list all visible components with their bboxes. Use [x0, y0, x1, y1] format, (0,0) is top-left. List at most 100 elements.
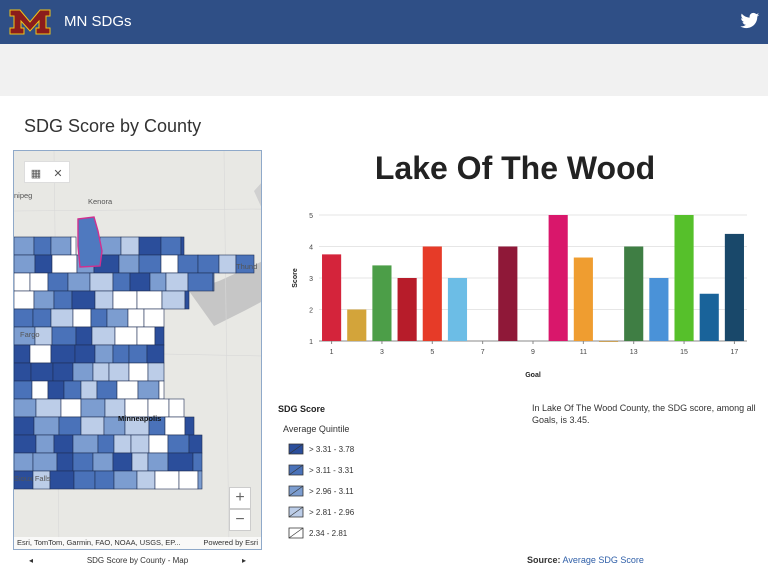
county[interactable] [136, 470, 156, 490]
county[interactable] [197, 470, 203, 490]
county[interactable] [47, 272, 69, 292]
county[interactable] [52, 362, 74, 382]
county[interactable] [120, 236, 140, 256]
county[interactable] [91, 326, 116, 346]
county[interactable] [47, 380, 65, 400]
county[interactable] [67, 272, 91, 292]
county[interactable] [14, 344, 31, 364]
county[interactable] [167, 434, 190, 454]
app-title[interactable]: MN SDGs [64, 13, 132, 30]
county[interactable] [80, 380, 98, 400]
bar-goal-1[interactable] [322, 254, 342, 341]
county[interactable] [60, 398, 82, 418]
county[interactable] [35, 398, 62, 418]
county[interactable] [137, 380, 160, 400]
county[interactable] [112, 272, 131, 292]
county[interactable] [14, 380, 33, 400]
county[interactable] [154, 470, 180, 490]
zoom-in-button[interactable]: + [229, 487, 251, 509]
close-icon[interactable]: ✕ [47, 162, 69, 184]
county-map[interactable]: nipeg Kenora Thund Fargo Minneapolis Sio… [13, 150, 262, 550]
county[interactable] [128, 344, 148, 364]
county[interactable] [32, 452, 58, 472]
county[interactable] [14, 236, 35, 256]
county[interactable] [108, 362, 130, 382]
bar-goal-15[interactable] [674, 215, 694, 341]
county[interactable] [70, 236, 77, 256]
county[interactable] [165, 272, 189, 292]
county[interactable] [167, 452, 194, 472]
county[interactable] [14, 452, 34, 472]
county[interactable] [51, 326, 77, 346]
county[interactable] [14, 254, 36, 274]
county[interactable] [58, 416, 82, 436]
county[interactable] [50, 308, 74, 328]
select-region-icon[interactable]: ▦ [25, 162, 47, 184]
county[interactable] [180, 236, 185, 256]
county[interactable] [188, 434, 203, 454]
county[interactable] [187, 272, 214, 292]
county[interactable] [14, 416, 35, 436]
county[interactable] [33, 416, 60, 436]
map-canvas[interactable] [14, 151, 262, 550]
bar-goal-10[interactable] [548, 215, 568, 341]
county[interactable] [33, 236, 52, 256]
county[interactable] [177, 254, 199, 274]
county[interactable] [72, 308, 92, 328]
county[interactable] [14, 434, 37, 454]
county[interactable] [49, 470, 75, 490]
county[interactable] [148, 434, 169, 454]
county[interactable] [29, 344, 52, 364]
bar-goal-5[interactable] [422, 246, 442, 342]
county[interactable] [178, 470, 199, 490]
twitter-icon[interactable] [740, 12, 760, 30]
county[interactable] [113, 434, 132, 454]
next-arrow-icon[interactable]: ▸ [242, 556, 246, 565]
county[interactable] [154, 326, 165, 346]
county[interactable] [50, 236, 72, 256]
county[interactable] [192, 452, 203, 472]
bar-goal-14[interactable] [649, 278, 669, 341]
county[interactable] [71, 290, 96, 310]
county[interactable] [63, 380, 82, 400]
bar-goal-11[interactable] [573, 257, 593, 341]
county[interactable] [94, 344, 114, 364]
county[interactable] [72, 452, 94, 472]
county[interactable] [80, 416, 105, 436]
bar-goal-2[interactable] [347, 309, 367, 342]
county[interactable] [146, 344, 165, 364]
bar-goal-13[interactable] [624, 246, 644, 342]
bar-goal-8[interactable] [498, 246, 518, 342]
bar-goal-12[interactable] [598, 341, 619, 342]
county[interactable] [130, 434, 150, 454]
county[interactable] [56, 452, 74, 472]
county[interactable] [112, 452, 133, 472]
source-link[interactable]: Average SDG Score [563, 555, 644, 565]
county[interactable] [33, 290, 55, 310]
county[interactable] [112, 290, 138, 310]
county[interactable] [30, 362, 54, 382]
bar-goal-6[interactable] [447, 278, 468, 341]
county[interactable] [53, 434, 74, 454]
prev-arrow-icon[interactable]: ◂ [29, 556, 33, 565]
county[interactable] [129, 272, 151, 292]
bar-goal-16[interactable] [699, 293, 719, 341]
county[interactable] [80, 398, 106, 418]
county[interactable] [160, 236, 182, 256]
county[interactable] [149, 272, 167, 292]
county[interactable] [116, 380, 139, 400]
bar-goal-4[interactable] [397, 278, 417, 341]
county[interactable] [212, 272, 215, 292]
county[interactable] [112, 344, 130, 364]
county[interactable] [161, 290, 186, 310]
county[interactable] [164, 416, 186, 436]
county[interactable] [197, 254, 220, 274]
county[interactable] [14, 308, 34, 328]
county[interactable] [138, 236, 162, 256]
county[interactable] [114, 326, 138, 346]
county[interactable] [218, 254, 237, 274]
powered-by-esri[interactable]: Powered by Esri [203, 538, 258, 548]
county[interactable] [14, 398, 37, 418]
county[interactable] [14, 362, 32, 382]
county[interactable] [184, 416, 195, 436]
